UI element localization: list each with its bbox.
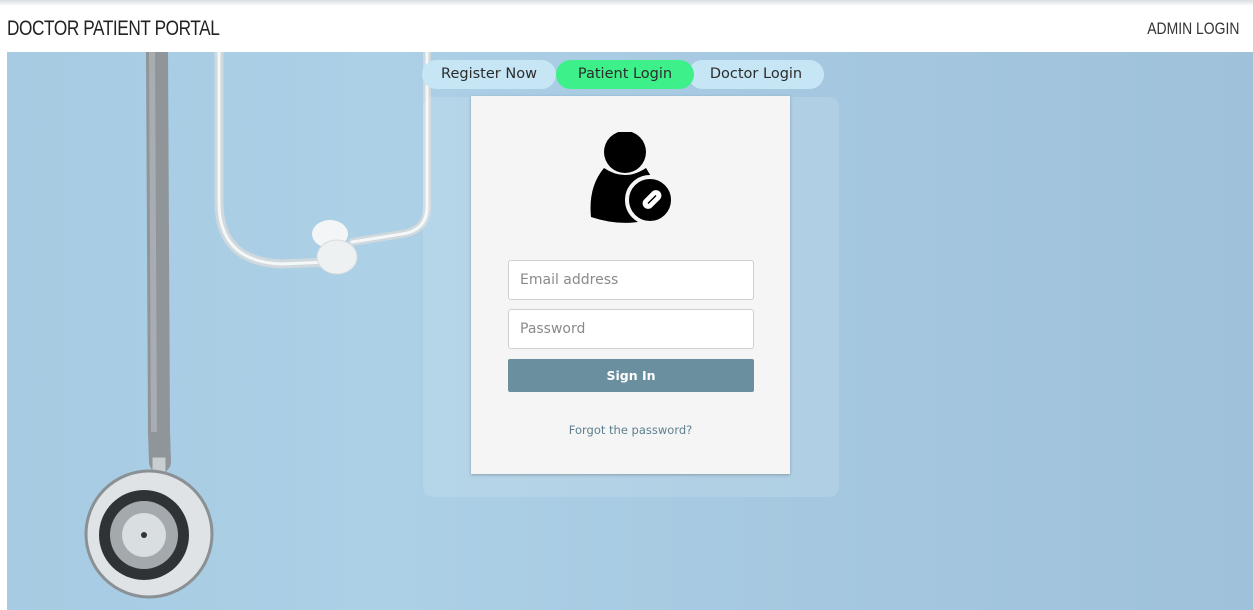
forgot-password-link[interactable]: Forgot the password? bbox=[471, 423, 790, 437]
sign-in-button[interactable]: Sign In bbox=[508, 359, 754, 392]
navbar: DOCTOR PATIENT PORTAL ADMIN LOGIN bbox=[0, 6, 1253, 52]
tab-doctor-login[interactable]: Doctor Login bbox=[688, 60, 824, 89]
password-input[interactable] bbox=[508, 309, 754, 349]
login-card: Sign In Forgot the password? bbox=[471, 96, 790, 474]
stethoscope-illustration bbox=[84, 52, 432, 599]
admin-login-link[interactable]: ADMIN LOGIN bbox=[1147, 19, 1239, 39]
user-pill-icon bbox=[590, 132, 675, 225]
tab-register-now[interactable]: Register Now bbox=[422, 60, 556, 89]
brand-logo[interactable]: DOCTOR PATIENT PORTAL bbox=[7, 17, 220, 41]
email-input[interactable] bbox=[508, 260, 754, 300]
tab-patient-login[interactable]: Patient Login bbox=[556, 60, 694, 89]
